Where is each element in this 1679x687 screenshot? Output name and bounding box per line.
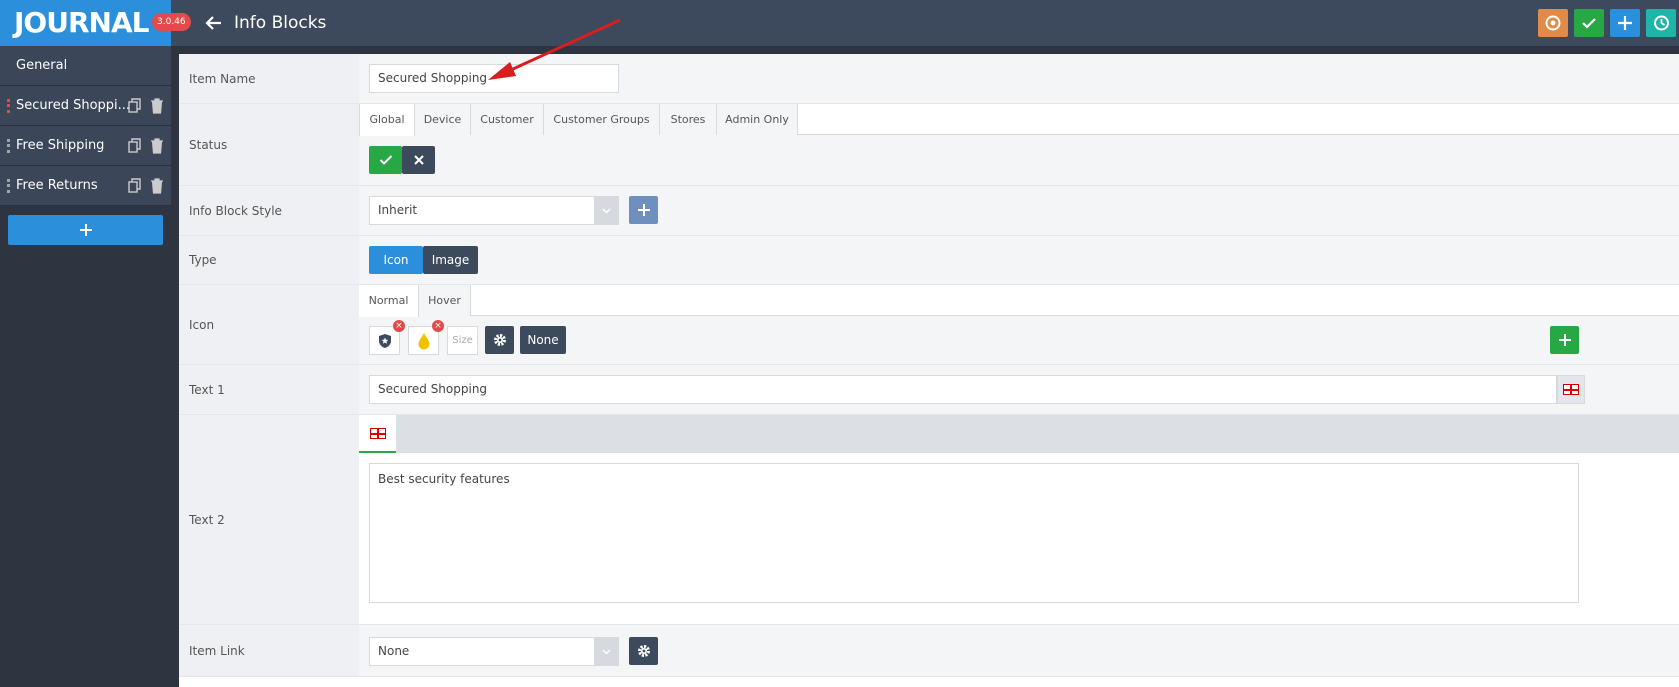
add-style-button[interactable] [629, 196, 658, 224]
language-tabs [359, 415, 1679, 453]
add-item-button[interactable] [8, 215, 163, 245]
row-status: Status Global Device Customer Customer G… [179, 104, 1679, 186]
type-image-option[interactable]: Image [423, 246, 478, 274]
status-on-toggle[interactable] [369, 146, 402, 174]
remove-icon[interactable]: × [393, 320, 405, 332]
status-off-toggle[interactable] [402, 146, 435, 174]
chevron-down-icon [594, 197, 618, 224]
type-icon-option[interactable]: Icon [369, 246, 423, 274]
sidebar-item-label: Free Shipping [16, 138, 105, 153]
info-block-style-label: Info Block Style [179, 186, 359, 235]
uk-flag-icon [369, 427, 386, 439]
sidebar: General Secured Shoppi... Free Shipping … [0, 46, 171, 687]
save-button[interactable] [1574, 9, 1604, 37]
history-icon [1654, 15, 1669, 31]
tab-hover[interactable]: Hover [419, 285, 471, 316]
trash-icon[interactable] [150, 98, 164, 114]
reset-icon [1545, 15, 1561, 31]
tab-normal[interactable]: Normal [359, 285, 419, 317]
language-flag-button[interactable] [1557, 375, 1585, 404]
tab-language-en[interactable] [359, 415, 396, 453]
trash-icon[interactable] [150, 178, 164, 194]
status-tabs: Global Device Customer Customer Groups S… [359, 104, 1679, 136]
row-type: Type Icon Image [179, 236, 1679, 285]
top-bar: JOURNAL 3.0.46 Info Blocks [0, 0, 1679, 46]
sidebar-item-secured-shopping[interactable]: Secured Shoppi... [0, 86, 171, 126]
check-icon [379, 155, 392, 165]
version-badge: 3.0.46 [152, 13, 191, 31]
text2-label: Text 2 [179, 415, 359, 624]
sidebar-item-free-shipping[interactable]: Free Shipping [0, 126, 171, 166]
tab-device[interactable]: Device [415, 104, 471, 135]
trash-icon[interactable] [150, 138, 164, 154]
icon-picker[interactable]: × [369, 320, 405, 355]
plus-icon [79, 224, 92, 236]
remove-color-icon[interactable]: × [432, 320, 444, 332]
history-button[interactable] [1646, 9, 1676, 37]
row-item-name: Item Name Secured Shopping [179, 54, 1679, 104]
status-label: Status [179, 104, 359, 185]
add-icon-button[interactable] [1550, 326, 1579, 354]
text1-label: Text 1 [179, 365, 359, 414]
page-title: Info Blocks [234, 13, 327, 33]
type-label: Type [179, 236, 359, 284]
uk-flag-icon [1563, 384, 1579, 395]
sidebar-item-free-returns[interactable]: Free Returns [0, 166, 171, 206]
sidebar-item-label: Free Returns [16, 178, 98, 193]
item-name-label: Item Name [179, 54, 359, 103]
check-icon [1582, 18, 1596, 29]
link-settings-button[interactable] [629, 637, 658, 665]
form-panel: Item Name Secured Shopping Status Global… [179, 54, 1679, 687]
chevron-down-icon [594, 638, 618, 665]
item-link-label: Item Link [179, 625, 359, 676]
back-arrow-icon[interactable] [204, 13, 224, 33]
copy-icon[interactable] [128, 138, 142, 154]
drag-handle-icon[interactable] [7, 139, 10, 153]
copy-icon[interactable] [128, 178, 142, 194]
plus-icon [637, 204, 650, 216]
plus-icon [1558, 334, 1571, 346]
icon-size-input[interactable]: Size [447, 326, 478, 355]
row-item-link: Item Link None [179, 625, 1679, 677]
tab-customer-groups[interactable]: Customer Groups [544, 104, 660, 135]
close-icon [413, 155, 424, 165]
info-block-style-select[interactable]: Inherit [369, 196, 619, 225]
text2-textarea[interactable]: Best security features [369, 463, 1579, 603]
row-icon: Icon Normal Hover × × Size None [179, 285, 1679, 365]
drag-handle-icon[interactable] [7, 179, 10, 193]
row-info-block-style: Info Block Style Inherit [179, 186, 1679, 236]
text1-input[interactable]: Secured Shopping [369, 375, 1557, 404]
icon-label: Icon [179, 285, 359, 364]
color-drop-icon [418, 332, 429, 349]
select-value: Inherit [378, 203, 418, 217]
gear-icon [637, 645, 650, 657]
journal-logo[interactable]: JOURNAL 3.0.46 [0, 0, 191, 46]
logo-text: JOURNAL [14, 6, 149, 39]
shield-star-icon [378, 333, 391, 348]
reset-button[interactable] [1538, 9, 1568, 37]
tab-admin-only[interactable]: Admin Only [717, 104, 798, 135]
sidebar-item-label: Secured Shoppi... [16, 98, 131, 113]
icon-settings-button[interactable] [485, 326, 514, 354]
annotation-arrow-icon [488, 18, 621, 80]
plus-icon [1618, 16, 1632, 30]
tab-global[interactable]: Global [359, 104, 415, 136]
icon-none-button[interactable]: None [520, 326, 566, 354]
copy-icon[interactable] [128, 98, 142, 114]
row-text1: Text 1 Secured Shopping [179, 365, 1679, 415]
add-button[interactable] [1610, 9, 1640, 37]
gear-icon [493, 334, 506, 346]
tab-customer[interactable]: Customer [471, 104, 544, 135]
select-value: None [378, 644, 410, 658]
icon-color-picker[interactable]: × [408, 320, 444, 355]
row-text2: Text 2 Best security features [179, 415, 1679, 625]
icon-tabs: Normal Hover [359, 285, 1679, 317]
item-link-select[interactable]: None [369, 637, 619, 666]
sidebar-general[interactable]: General [0, 46, 171, 86]
drag-handle-icon[interactable] [7, 99, 10, 113]
tab-stores[interactable]: Stores [660, 104, 717, 135]
